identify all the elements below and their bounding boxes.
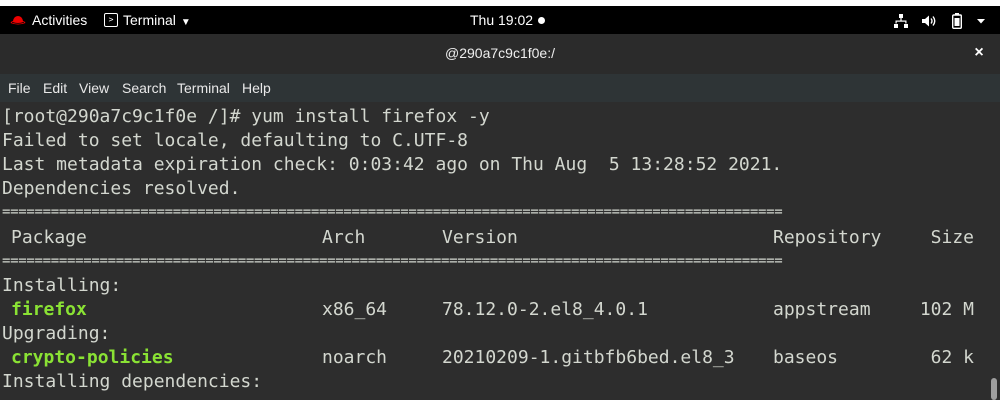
table-row-version: 20210209-1.gitbfb6bed.el8_3 [442, 347, 735, 368]
table-row-repository: baseos [773, 347, 839, 368]
column-header-repository: Repository [773, 227, 882, 248]
section-installing: Installing: [2, 275, 122, 296]
menu-search[interactable]: Search [120, 74, 168, 102]
section-dependencies: Installing dependencies: [2, 371, 263, 392]
activities-label: Activities [32, 12, 88, 28]
clock-label: Thu 19:02 [470, 12, 534, 28]
separator-line: ========================================… [2, 253, 783, 269]
column-header-version: Version [442, 227, 518, 248]
table-row-repository: appstream [773, 299, 871, 320]
app-menu-label: Terminal [123, 12, 176, 28]
output-line: Last metadata expiration check: 0:03:42 … [2, 154, 783, 175]
column-header-arch: Arch [322, 227, 366, 248]
table-row-size: 102 M [919, 299, 974, 320]
close-window-button[interactable]: × [968, 42, 990, 64]
chevron-down-icon [977, 19, 985, 24]
table-row-arch: x86_64 [322, 299, 388, 320]
table-row-size: 62 k [930, 347, 974, 368]
table-row-package: firefox [11, 299, 87, 320]
system-menu[interactable] [884, 6, 986, 34]
app-menu-terminal[interactable]: > Terminal ▼ [104, 6, 191, 34]
menu-view[interactable]: View [77, 74, 111, 102]
column-header-size: Size [930, 227, 974, 248]
notification-dot-icon [538, 16, 546, 24]
table-row-package: crypto-policies [11, 347, 174, 368]
volume-icon [922, 15, 936, 27]
menu-edit[interactable]: Edit [41, 74, 69, 102]
battery-icon [952, 13, 963, 30]
chevron-down-icon: ▼ [180, 17, 191, 28]
menu-file[interactable]: File [6, 74, 33, 102]
table-row-arch: noarch [322, 347, 388, 368]
network-wired-icon [894, 14, 909, 29]
terminal-scrollbar[interactable] [991, 378, 997, 400]
separator-line: ========================================… [2, 204, 783, 220]
terminal-menubar: File Edit View Search Terminal Help [0, 74, 1000, 102]
command-prompt-line: [root@290a7c9c1f0e /]# yum install firef… [2, 106, 490, 127]
output-line: Dependencies resolved. [2, 178, 241, 199]
activities-button[interactable]: Activities [10, 6, 87, 34]
clock[interactable]: Thu 19:02 [470, 6, 546, 34]
table-row-version: 78.12.0-2.el8_4.0.1 [442, 299, 648, 320]
output-line: Failed to set locale, defaulting to C.UT… [2, 130, 468, 151]
terminal-output[interactable]: [root@290a7c9c1f0e /]# yum install firef… [0, 102, 1000, 400]
redhat-logo-icon [10, 7, 26, 35]
terminal-app-icon: > [104, 13, 118, 28]
column-header-package: Package [11, 227, 87, 248]
gnome-top-bar: Activities > Terminal ▼ Thu 19:02 [0, 6, 1000, 34]
menu-terminal[interactable]: Terminal [175, 74, 232, 102]
menu-help[interactable]: Help [240, 74, 273, 102]
section-upgrading: Upgrading: [2, 323, 111, 344]
window-titlebar[interactable]: @290a7c9c1f0e:/ × [0, 34, 1000, 74]
window-title: @290a7c9c1f0e:/ [445, 45, 555, 61]
